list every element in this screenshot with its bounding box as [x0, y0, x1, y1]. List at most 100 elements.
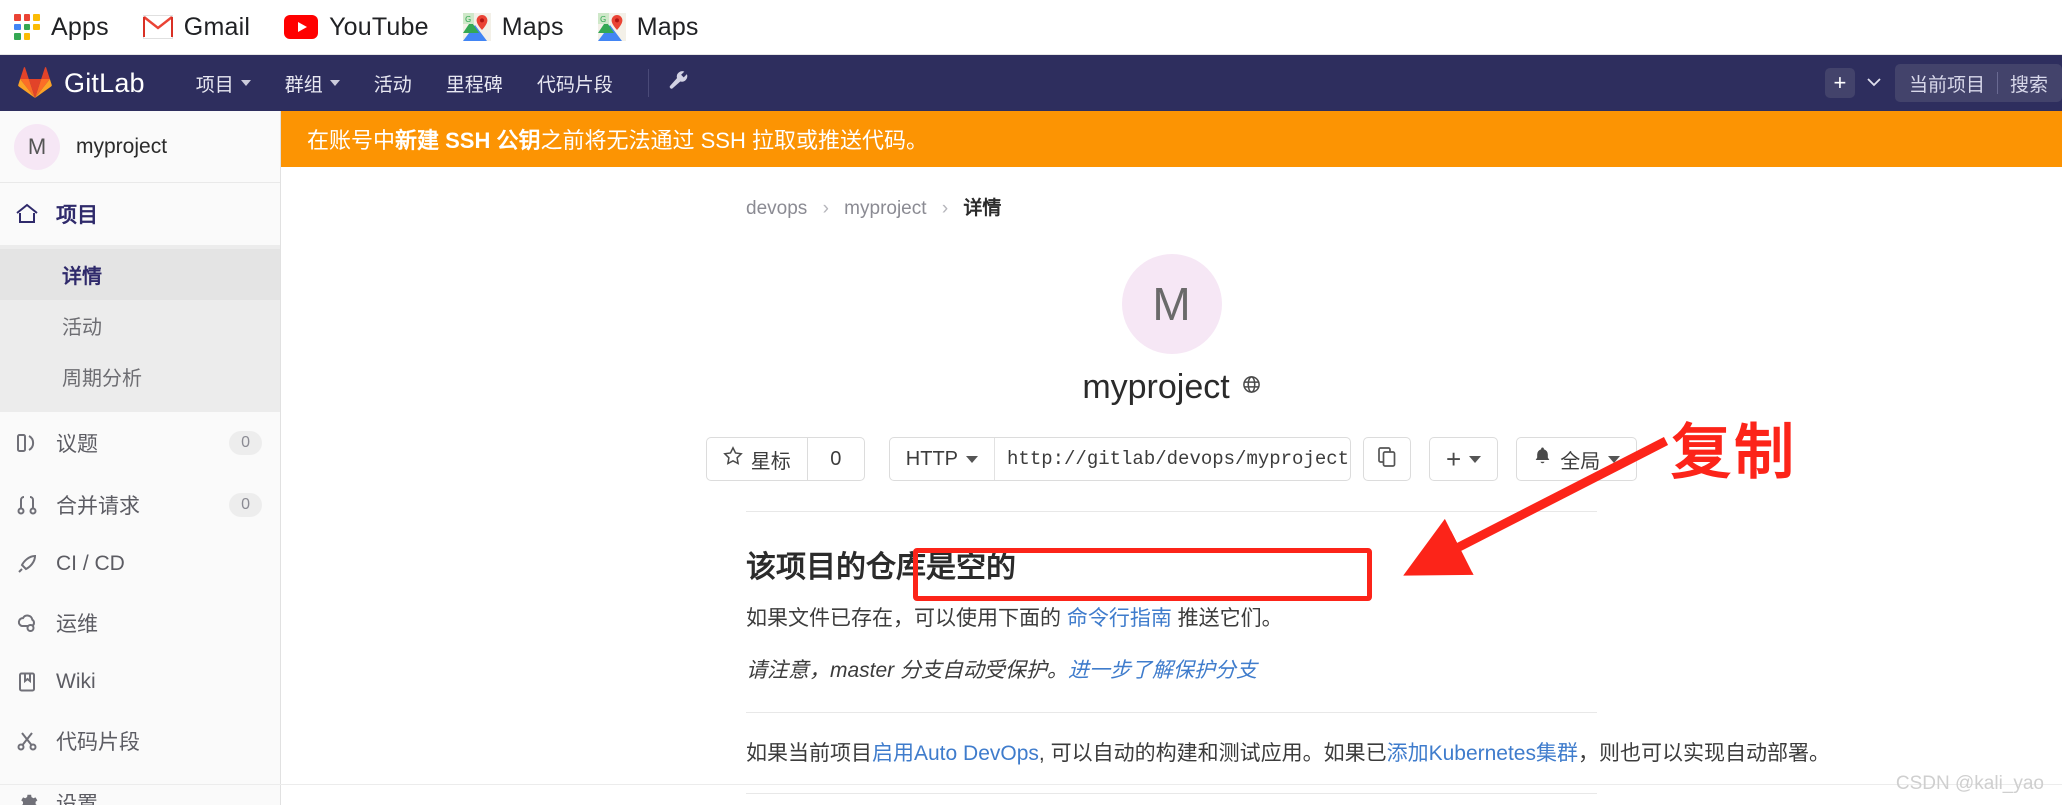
- topnav-item-projects[interactable]: 项目: [179, 62, 268, 105]
- watermark-rule: [0, 784, 2062, 785]
- star-label: 星标: [750, 450, 791, 473]
- sidebar-item-activity[interactable]: 活动: [0, 300, 280, 351]
- topnav-divider: [647, 69, 649, 97]
- plus-icon: +: [1446, 444, 1462, 474]
- banner-suffix: 之前将无法通过 SSH 拉取或推送代码。: [540, 128, 928, 153]
- bookmark-youtube[interactable]: YouTube: [284, 13, 429, 42]
- notification-label: 全局: [1560, 450, 1601, 473]
- bookmark-label: YouTube: [329, 12, 429, 41]
- gitlab-top-navbar: GitLab 项目 群组 活动 里程碑 代码片段 + 当前项目 搜索: [0, 55, 2062, 111]
- page-body: M myproject 项目 详情 活动 周期分析 议题 0 合并请求 0 CI…: [0, 111, 2062, 805]
- topnav-item-label: 活动: [373, 74, 412, 96]
- search-placeholder-label: 搜索: [2009, 74, 2048, 96]
- bookmark-maps-2[interactable]: G Maps: [597, 12, 699, 42]
- gear-icon: [14, 792, 40, 805]
- breadcrumb-current: 详情: [963, 198, 1002, 219]
- chevron-down-icon[interactable]: [1867, 74, 1881, 92]
- search-divider: [1996, 72, 1998, 94]
- sidebar-item-label: 项目: [56, 204, 98, 227]
- hint-suffix: 推送它们。: [1171, 607, 1283, 630]
- topnav-menu: 项目 群组 活动 里程碑 代码片段: [179, 62, 630, 105]
- clone-toolbar: 星标 0 HTTP http://gitlab/devops/myproject…: [281, 437, 2062, 481]
- sidebar-subnav: 详情 活动 周期分析: [0, 245, 280, 412]
- banner-link-new-ssh-key[interactable]: 新建 SSH 公钥: [395, 123, 540, 155]
- add-to-project-dropdown[interactable]: +: [1429, 437, 1499, 481]
- hint-prefix: 如果文件已存在，可以使用下面的: [746, 607, 1067, 630]
- sidebar-nav: 项目 详情 活动 周期分析 议题 0 合并请求 0 CI / CD 运维 Wik…: [0, 183, 280, 805]
- enable-auto-devops-link[interactable]: 启用Auto DevOps: [872, 742, 1039, 765]
- breadcrumb-separator: ›: [822, 198, 829, 219]
- bookmark-label: Apps: [51, 12, 109, 41]
- sidebar-item-label: 代码片段: [56, 731, 140, 754]
- merge-request-icon: [14, 494, 40, 516]
- sidebar-item-settings[interactable]: 设置: [0, 772, 280, 805]
- scissors-icon: [14, 730, 40, 752]
- topnav-item-label: 项目: [195, 74, 234, 96]
- book-icon: [14, 671, 40, 693]
- maps-icon: G: [462, 13, 491, 41]
- sidebar-item-snippets[interactable]: 代码片段: [0, 710, 280, 772]
- rocket-icon: [14, 553, 40, 575]
- new-item-plus-icon[interactable]: +: [1824, 68, 1855, 98]
- clone-protocol-label: HTTP: [905, 447, 959, 470]
- devops-post: ，则也可以实现自动部署。: [1578, 742, 1830, 765]
- copy-url-button[interactable]: [1363, 437, 1412, 481]
- bookmark-apps[interactable]: Apps: [14, 13, 109, 42]
- empty-repo-section: 该项目的仓库是空的 如果文件已存在，可以使用下面的 命令行指南 推送它们。 请注…: [281, 512, 2062, 684]
- chevron-down-icon: [329, 80, 340, 86]
- youtube-icon: [284, 15, 319, 39]
- project-title-label: myproject: [1082, 368, 1230, 406]
- clone-protocol-dropdown[interactable]: HTTP: [890, 438, 996, 480]
- sidebar-item-label: Wiki: [56, 670, 96, 693]
- breadcrumb-group[interactable]: devops: [746, 198, 807, 219]
- gitlab-home-link[interactable]: GitLab: [18, 67, 145, 99]
- topnav-right-cluster: + 当前项目 搜索: [1824, 55, 2062, 111]
- bookmark-maps-1[interactable]: G Maps: [462, 13, 564, 42]
- breadcrumb-project[interactable]: myproject: [844, 198, 926, 219]
- sidebar-item-label: 议题: [56, 433, 98, 456]
- command-line-guide-link[interactable]: 命令行指南: [1067, 607, 1172, 630]
- protected-branch-link[interactable]: 进一步了解保护分支: [1068, 659, 1257, 682]
- star-count: 0: [806, 437, 865, 481]
- sidebar-item-wiki[interactable]: Wiki: [0, 654, 280, 710]
- chevron-down-icon: [1608, 455, 1621, 463]
- sidebar-item-merge-requests[interactable]: 合并请求 0: [0, 474, 280, 536]
- topnav-item-activity[interactable]: 活动: [357, 62, 429, 105]
- cloud-gear-icon: [14, 612, 40, 634]
- sidebar-project-header[interactable]: M myproject: [0, 111, 280, 183]
- bookmark-gmail[interactable]: Gmail: [142, 12, 251, 42]
- svg-text:G: G: [465, 15, 471, 24]
- notification-dropdown[interactable]: 全局: [1516, 437, 1638, 481]
- devops-prefix: 如果当前项目: [746, 742, 872, 765]
- sidebar-item-project[interactable]: 项目: [0, 183, 280, 245]
- star-button[interactable]: 星标: [705, 437, 807, 481]
- sidebar-item-cycle-analytics[interactable]: 周期分析: [0, 351, 280, 402]
- issues-icon: [14, 432, 40, 454]
- copy-icon: [1376, 446, 1398, 473]
- avatar: M: [1121, 254, 1222, 354]
- add-kubernetes-cluster-link[interactable]: 添加Kubernetes集群: [1387, 742, 1578, 765]
- sidebar-item-issues[interactable]: 议题 0: [0, 412, 280, 474]
- bookmark-label: Gmail: [183, 12, 251, 41]
- avatar: M: [14, 123, 60, 170]
- divider: [746, 793, 1597, 794]
- merge-requests-count-badge: 0: [229, 493, 262, 517]
- topnav-item-groups[interactable]: 群组: [268, 62, 357, 105]
- sidebar-item-cicd[interactable]: CI / CD: [0, 536, 280, 592]
- bookmark-label: Maps: [636, 12, 699, 41]
- topnav-item-snippets[interactable]: 代码片段: [520, 62, 630, 105]
- browser-bookmarks-bar: Apps Gmail YouTube G Maps G Maps: [0, 0, 2062, 55]
- svg-text:G: G: [600, 15, 606, 24]
- chevron-down-icon: [1469, 455, 1482, 463]
- sidebar-project-name: myproject: [76, 134, 168, 158]
- topnav-item-milestones[interactable]: 里程碑: [429, 62, 520, 105]
- search-input[interactable]: 当前项目 搜索: [1894, 64, 2062, 102]
- sidebar-item-operations[interactable]: 运维: [0, 592, 280, 654]
- gitlab-brand-label: GitLab: [64, 67, 145, 98]
- project-sidebar: M myproject 项目 详情 活动 周期分析 议题 0 合并请求 0 CI…: [0, 111, 281, 805]
- empty-repo-hint: 如果文件已存在，可以使用下面的 命令行指南 推送它们。: [746, 602, 2062, 632]
- apps-grid-icon: [14, 14, 40, 40]
- sidebar-item-details[interactable]: 详情: [0, 249, 280, 300]
- wrench-icon[interactable]: [667, 69, 689, 97]
- clone-url-input[interactable]: http://gitlab/devops/myproject.git: [995, 438, 1350, 480]
